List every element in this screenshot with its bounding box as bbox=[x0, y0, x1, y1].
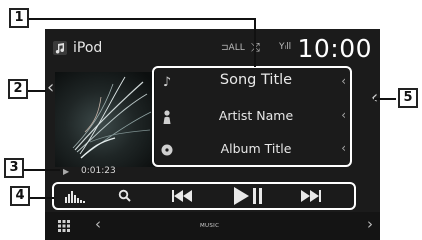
signal-icon: Yᵢll bbox=[279, 42, 292, 52]
callout-4-line bbox=[28, 197, 54, 199]
playback-controls bbox=[52, 182, 356, 210]
album-row[interactable]: Album Title ‹ bbox=[154, 137, 350, 165]
equalizer-icon[interactable] bbox=[64, 188, 88, 204]
left-panel-arrow[interactable]: ‹ bbox=[47, 77, 54, 98]
artist-person-icon bbox=[163, 110, 171, 124]
source-name-label: MUSIC bbox=[200, 223, 220, 229]
clock: 10:00 bbox=[297, 34, 372, 63]
elapsed-time: 0:01:23 bbox=[81, 166, 116, 176]
callout-5-line bbox=[374, 98, 396, 100]
repeat-icon: ⊐ALL bbox=[221, 43, 245, 53]
artist-row[interactable]: Artist Name ‹ bbox=[154, 104, 350, 132]
status-bar: iPod ⊐ALL ⤮ Yᵢll 10:00 bbox=[45, 29, 380, 64]
source-label: iPod bbox=[73, 40, 103, 56]
artist-name: Artist Name bbox=[218, 108, 294, 123]
play-status-icon: ▶ bbox=[63, 167, 70, 176]
callout-1-line-horizontal bbox=[27, 18, 255, 20]
song-title-row[interactable]: ♪ Song Title ‹ bbox=[154, 70, 350, 98]
grid-menu-icon[interactable] bbox=[58, 220, 70, 232]
music-note-icon bbox=[53, 41, 67, 55]
previous-track-icon[interactable] bbox=[172, 190, 194, 202]
song-title: Song Title bbox=[219, 72, 293, 88]
chevron-left-icon: ‹ bbox=[341, 141, 346, 155]
callout-2: 2 bbox=[8, 79, 28, 99]
bottom-right-arrow-icon[interactable]: › bbox=[367, 215, 373, 233]
chevron-left-icon: ‹ bbox=[341, 108, 346, 122]
search-icon[interactable] bbox=[118, 189, 132, 203]
callout-3-line bbox=[22, 169, 60, 171]
chevron-left-icon: ‹ bbox=[341, 74, 346, 88]
album-art[interactable] bbox=[55, 72, 155, 167]
album-disc-icon bbox=[161, 144, 173, 156]
bottom-left-arrow-icon[interactable]: ‹ bbox=[95, 215, 101, 233]
callout-4: 4 bbox=[10, 186, 30, 206]
callout-1: 1 bbox=[9, 8, 29, 28]
bottom-bar: ‹ MUSIC › bbox=[45, 212, 380, 240]
callout-5: 5 bbox=[398, 88, 418, 108]
callout-1-line-vertical bbox=[254, 18, 256, 67]
callout-3: 3 bbox=[4, 158, 24, 178]
album-title: Album Title bbox=[220, 141, 292, 156]
play-pause-icon[interactable] bbox=[234, 187, 264, 205]
head-unit-screen: iPod ⊐ALL ⤮ Yᵢll 10:00 ‹ ‹ bbox=[45, 29, 380, 240]
music-note-icon: ♪ bbox=[162, 75, 172, 90]
track-info-panel: ♪ Song Title ‹ Artist Name ‹ Album Title… bbox=[152, 66, 352, 167]
album-art-image bbox=[55, 72, 155, 167]
next-track-icon[interactable] bbox=[301, 190, 323, 202]
